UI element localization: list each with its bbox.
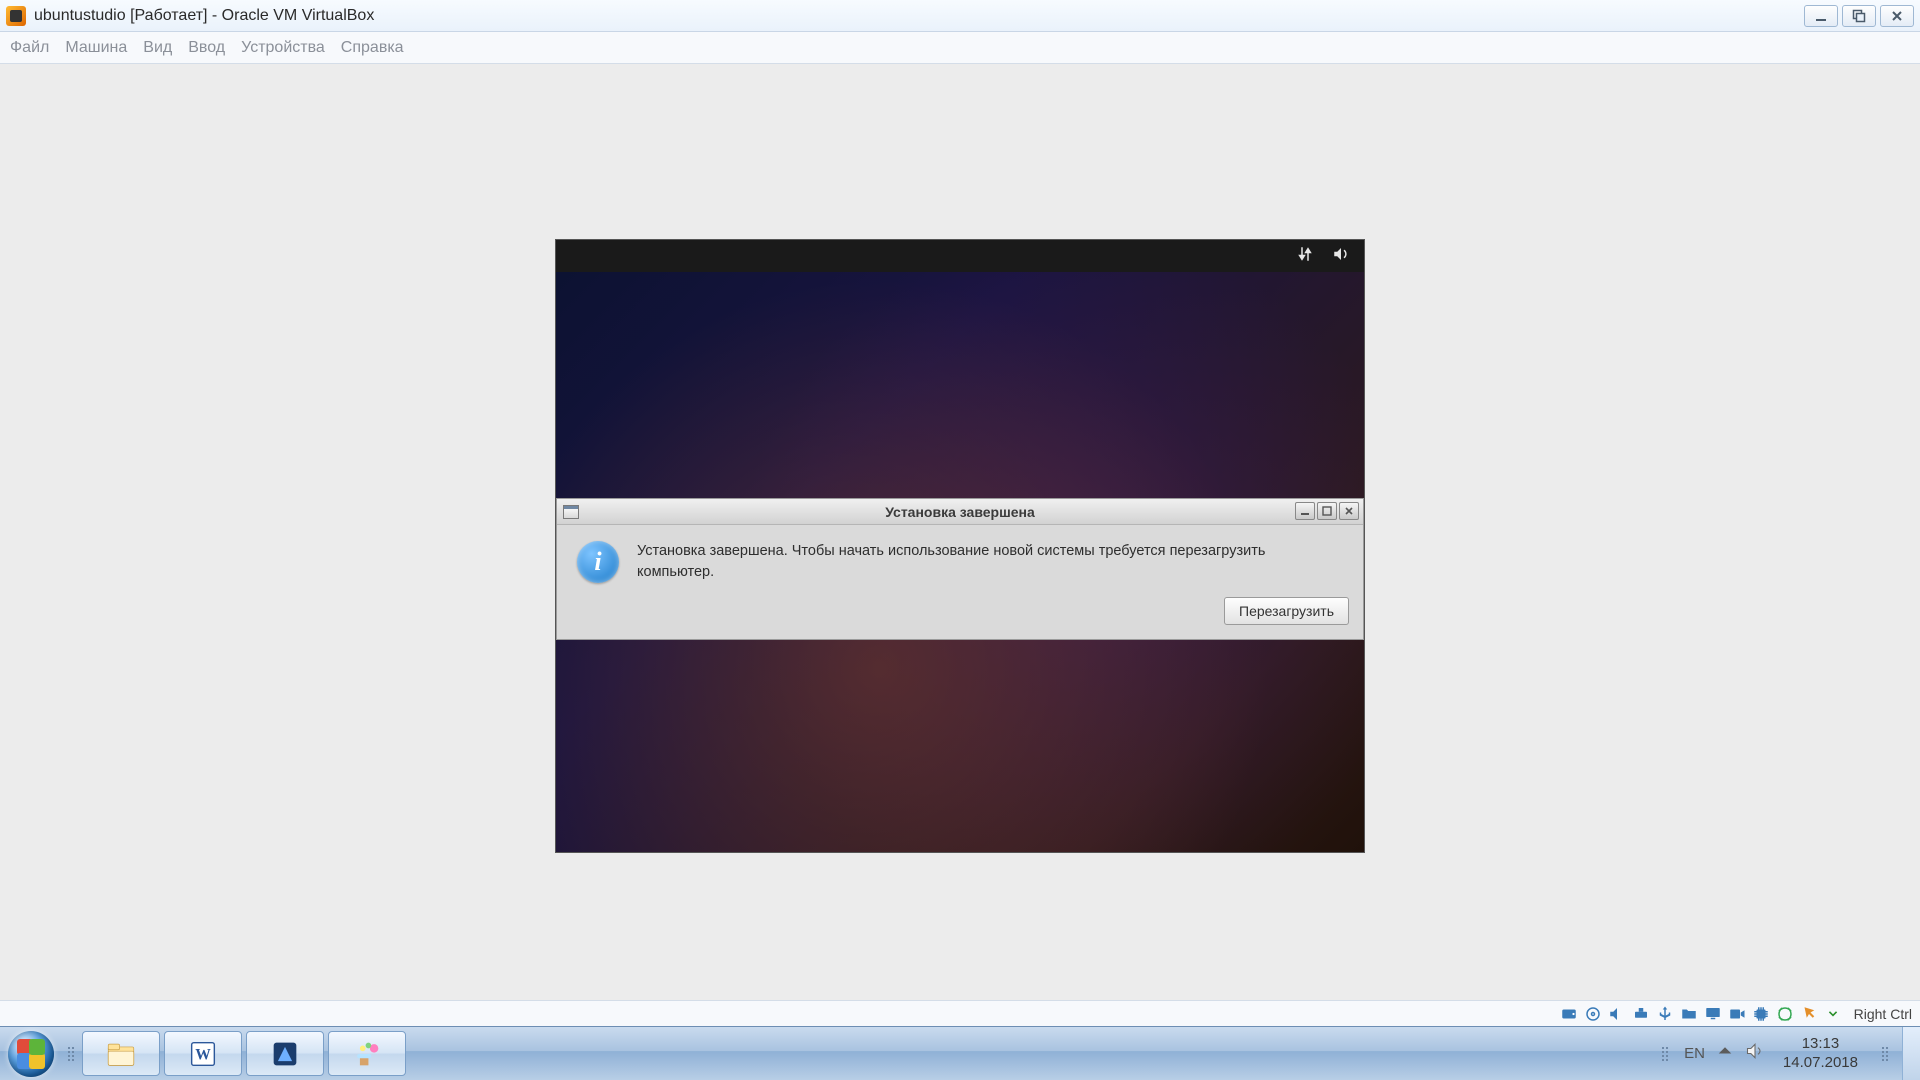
- install-complete-dialog: Установка завершена i Установка завершен…: [556, 498, 1364, 640]
- usb-icon[interactable]: [1656, 1005, 1674, 1023]
- clock-date: 14.07.2018: [1783, 1054, 1858, 1073]
- optical-disk-icon[interactable]: [1584, 1005, 1602, 1023]
- guest-top-panel: [556, 240, 1364, 272]
- tray-volume-icon[interactable]: [1745, 1041, 1765, 1066]
- svg-text:W: W: [195, 1046, 211, 1063]
- menu-view[interactable]: Вид: [143, 39, 172, 57]
- tray-grip-end[interactable]: [1876, 1047, 1894, 1061]
- display-icon[interactable]: [1704, 1005, 1722, 1023]
- language-indicator[interactable]: EN: [1684, 1045, 1705, 1062]
- mouse-integration-icon[interactable]: [1800, 1005, 1818, 1023]
- dialog-title: Установка завершена: [557, 504, 1363, 520]
- vm-display-area: Установка завершена i Установка завершен…: [0, 64, 1920, 1000]
- hard-disk-icon[interactable]: [1560, 1005, 1578, 1023]
- volume-icon[interactable]: [1332, 245, 1350, 268]
- titlebar[interactable]: ubuntustudio [Работает] - Oracle VM Virt…: [0, 0, 1920, 32]
- host-key-indicator[interactable]: Right Ctrl: [1854, 1006, 1912, 1022]
- close-button[interactable]: [1880, 5, 1914, 27]
- window-icon: [563, 505, 579, 519]
- show-desktop-button[interactable]: [1902, 1027, 1920, 1080]
- taskbar-explorer[interactable]: [82, 1031, 160, 1076]
- taskbar-word[interactable]: W: [164, 1031, 242, 1076]
- menu-file[interactable]: Файл: [10, 39, 49, 57]
- dialog-titlebar[interactable]: Установка завершена: [557, 499, 1363, 525]
- restart-button[interactable]: Перезагрузить: [1224, 597, 1349, 625]
- start-button[interactable]: [0, 1027, 62, 1080]
- taskbar-paint[interactable]: [328, 1031, 406, 1076]
- dialog-close-button[interactable]: [1339, 502, 1359, 520]
- menu-help[interactable]: Справка: [341, 39, 404, 57]
- network-icon[interactable]: [1296, 245, 1314, 268]
- audio-icon[interactable]: [1608, 1005, 1626, 1023]
- menu-devices[interactable]: Устройства: [241, 39, 325, 57]
- keyboard-capture-icon[interactable]: [1824, 1003, 1842, 1024]
- taskbar-clock[interactable]: 13:13 14.07.2018: [1775, 1035, 1866, 1073]
- virtualization-icon[interactable]: [1776, 1005, 1794, 1023]
- windows-taskbar: W EN 13:13 14.07.2018: [0, 1026, 1920, 1080]
- taskbar-virtualbox[interactable]: [246, 1031, 324, 1076]
- virtualbox-window: ubuntustudio [Работает] - Oracle VM Virt…: [0, 0, 1920, 1026]
- minimize-button[interactable]: [1804, 5, 1838, 27]
- shared-folders-icon[interactable]: [1680, 1005, 1698, 1023]
- system-tray: EN 13:13 14.07.2018: [1648, 1027, 1902, 1080]
- recording-icon[interactable]: [1728, 1005, 1746, 1023]
- menu-machine[interactable]: Машина: [65, 39, 127, 57]
- show-hidden-icons[interactable]: [1715, 1041, 1735, 1066]
- taskbar-grip[interactable]: [62, 1027, 80, 1080]
- dialog-maximize-button[interactable]: [1317, 502, 1337, 520]
- dialog-message: Установка завершена. Чтобы начать исполь…: [637, 541, 1343, 583]
- processor-icon[interactable]: [1752, 1005, 1770, 1023]
- tray-grip-lang[interactable]: [1656, 1047, 1674, 1061]
- window-title: ubuntustudio [Работает] - Oracle VM Virt…: [34, 7, 374, 25]
- clock-time: 13:13: [1783, 1035, 1858, 1054]
- info-icon: i: [577, 541, 619, 583]
- dialog-minimize-button[interactable]: [1295, 502, 1315, 520]
- maximize-button[interactable]: [1842, 5, 1876, 27]
- menu-input[interactable]: Ввод: [188, 39, 225, 57]
- network-adapter-icon[interactable]: [1632, 1005, 1650, 1023]
- virtualbox-icon: [6, 6, 26, 26]
- guest-screen[interactable]: Установка завершена i Установка завершен…: [555, 239, 1365, 853]
- menubar: Файл Машина Вид Ввод Устройства Справка: [0, 32, 1920, 64]
- vbox-statusbar: Right Ctrl: [0, 1000, 1920, 1026]
